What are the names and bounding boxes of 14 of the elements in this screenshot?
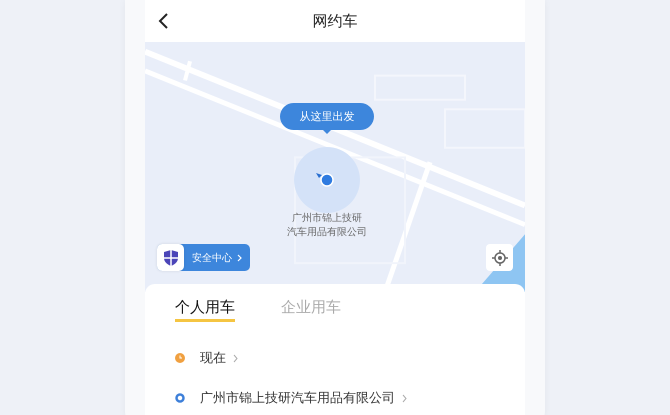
place-label: 广州市锦上技研 汽车用品有限公司 (286, 212, 368, 240)
back-icon[interactable] (157, 12, 169, 30)
location-marker-icon (294, 147, 360, 213)
locate-button[interactable] (486, 244, 513, 271)
chevron-icon (402, 394, 407, 402)
safety-center-button[interactable]: 安全中心 (157, 244, 250, 271)
crosshair-icon (492, 250, 508, 266)
chevron-icon (233, 354, 238, 362)
page-title: 网约车 (312, 12, 358, 30)
tab[interactable]: 个人用车 (175, 298, 235, 322)
chevron-icon (237, 254, 242, 262)
time-selector[interactable]: 现在 (200, 349, 238, 367)
shield-icon (162, 248, 178, 266)
origin-selector[interactable]: 广州市锦上技研汽车用品有限公司 (200, 389, 407, 407)
